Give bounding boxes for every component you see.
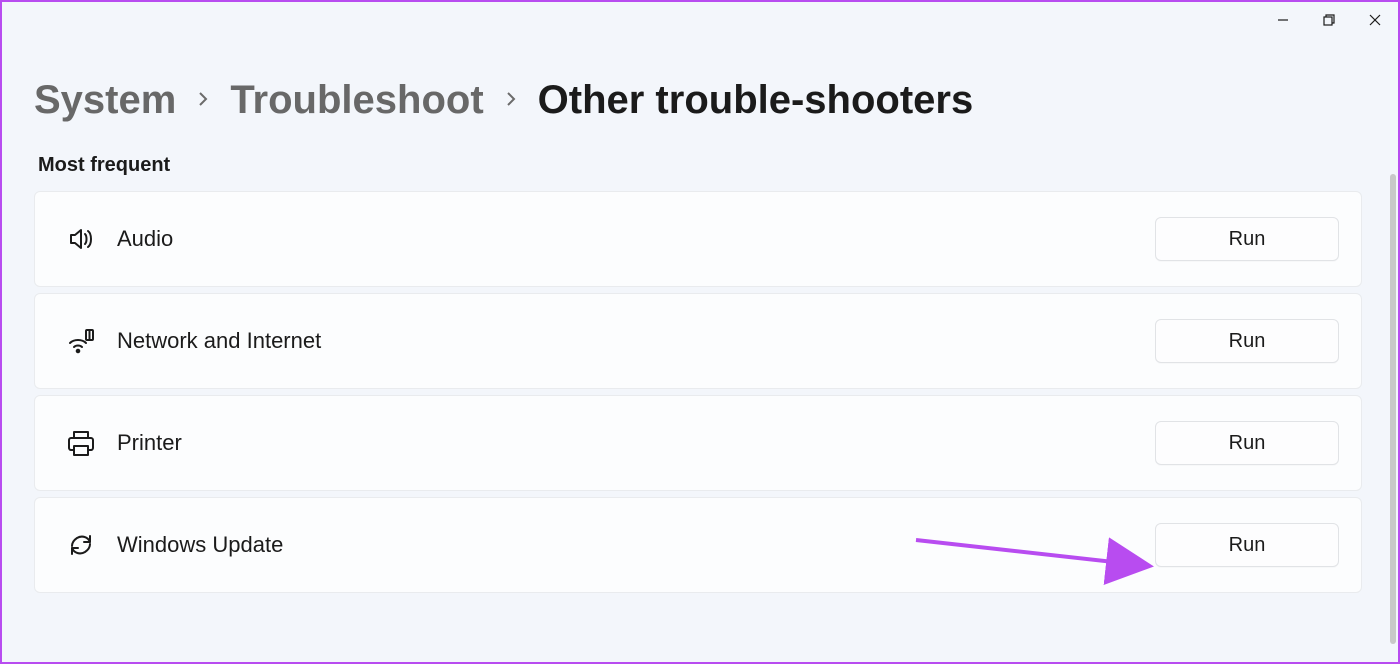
run-button-audio[interactable]: Run <box>1155 217 1339 261</box>
run-button-network[interactable]: Run <box>1155 319 1339 363</box>
breadcrumb: System Troubleshoot Other trouble-shoote… <box>34 80 1370 120</box>
page-content: System Troubleshoot Other trouble-shoote… <box>2 2 1398 593</box>
run-button-printer[interactable]: Run <box>1155 421 1339 465</box>
troubleshooter-printer: Printer Run <box>34 395 1362 491</box>
maximize-icon <box>1322 13 1336 27</box>
troubleshooter-list: Audio Run Network and Internet Run <box>34 191 1362 593</box>
page-title: Other trouble-shooters <box>538 80 974 120</box>
troubleshooter-label: Windows Update <box>117 532 1155 558</box>
scrollbar[interactable] <box>1390 174 1396 644</box>
minimize-button[interactable] <box>1260 2 1306 38</box>
troubleshooter-audio: Audio Run <box>34 191 1362 287</box>
printer-icon <box>61 427 101 459</box>
window-controls <box>1260 2 1398 38</box>
audio-icon <box>61 223 101 255</box>
maximize-button[interactable] <box>1306 2 1352 38</box>
breadcrumb-troubleshoot[interactable]: Troubleshoot <box>230 80 483 120</box>
update-icon <box>61 529 101 561</box>
troubleshooter-label: Printer <box>117 430 1155 456</box>
breadcrumb-system[interactable]: System <box>34 80 176 120</box>
run-button-windows-update[interactable]: Run <box>1155 523 1339 567</box>
network-icon <box>61 325 101 357</box>
chevron-right-icon <box>504 89 518 115</box>
troubleshooter-label: Audio <box>117 226 1155 252</box>
troubleshooter-network: Network and Internet Run <box>34 293 1362 389</box>
troubleshooter-windows-update: Windows Update Run <box>34 497 1362 593</box>
close-button[interactable] <box>1352 2 1398 38</box>
section-heading: Most frequent <box>38 154 1370 177</box>
troubleshooter-label: Network and Internet <box>117 328 1155 354</box>
close-icon <box>1368 13 1382 27</box>
chevron-right-icon <box>196 89 210 115</box>
minimize-icon <box>1276 13 1290 27</box>
